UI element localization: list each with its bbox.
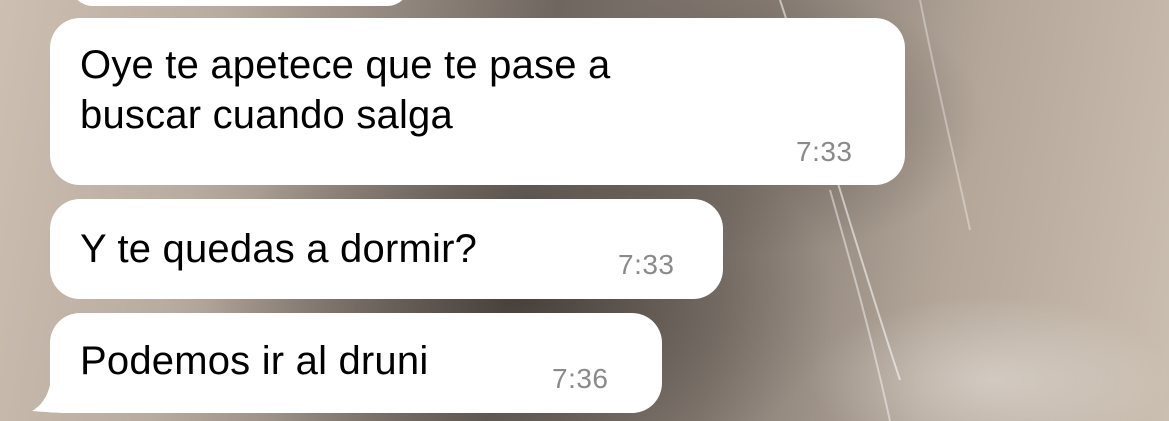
message-timestamp: 7:33 <box>796 136 853 167</box>
message-bubble[interactable]: Oye te apetece que te pase a buscar cuan… <box>50 18 905 185</box>
message-bubble[interactable]: Y te quedas a dormir? 7:33 <box>50 199 723 299</box>
message-bubble[interactable]: Podemos ir al druni 7:36 <box>50 313 662 413</box>
message-timestamp: 7:36 <box>552 363 609 394</box>
message-text: Podemos ir al druni <box>80 339 429 383</box>
message-timestamp: 7:33 <box>618 249 675 280</box>
partial-message-bubble <box>70 0 410 6</box>
message-text: Y te quedas a dormir? <box>80 227 478 271</box>
message-text: Oye te apetece que te pase a buscar cuan… <box>80 43 611 137</box>
